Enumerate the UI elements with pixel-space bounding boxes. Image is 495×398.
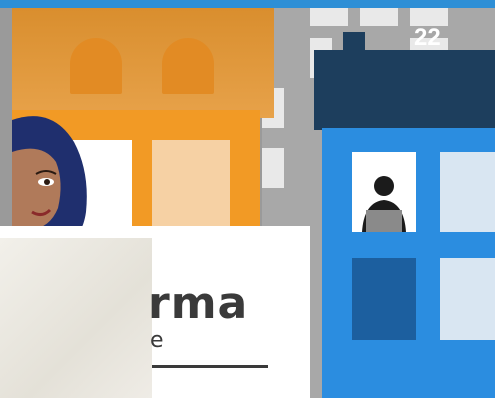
- logo-subtitle: e: [150, 328, 164, 353]
- house-roof: [12, 8, 274, 118]
- house-arch-window-right: [162, 38, 214, 94]
- person-at-laptop-icon: [362, 176, 406, 232]
- house-door: [152, 140, 230, 240]
- top-accent-bar: [0, 0, 495, 8]
- building-window: [440, 152, 495, 232]
- building-window-dark: [352, 258, 416, 340]
- slide-number: 22: [414, 24, 441, 51]
- paper-overlay: [0, 238, 152, 398]
- logo-underline: [152, 365, 268, 368]
- house-arch-window-left: [70, 38, 122, 94]
- logo-wordmark: rma: [148, 278, 249, 329]
- woman-illustration: [12, 116, 87, 240]
- window-with-person: [352, 152, 416, 232]
- blue-building-roof: [314, 50, 495, 130]
- building-window: [440, 258, 495, 340]
